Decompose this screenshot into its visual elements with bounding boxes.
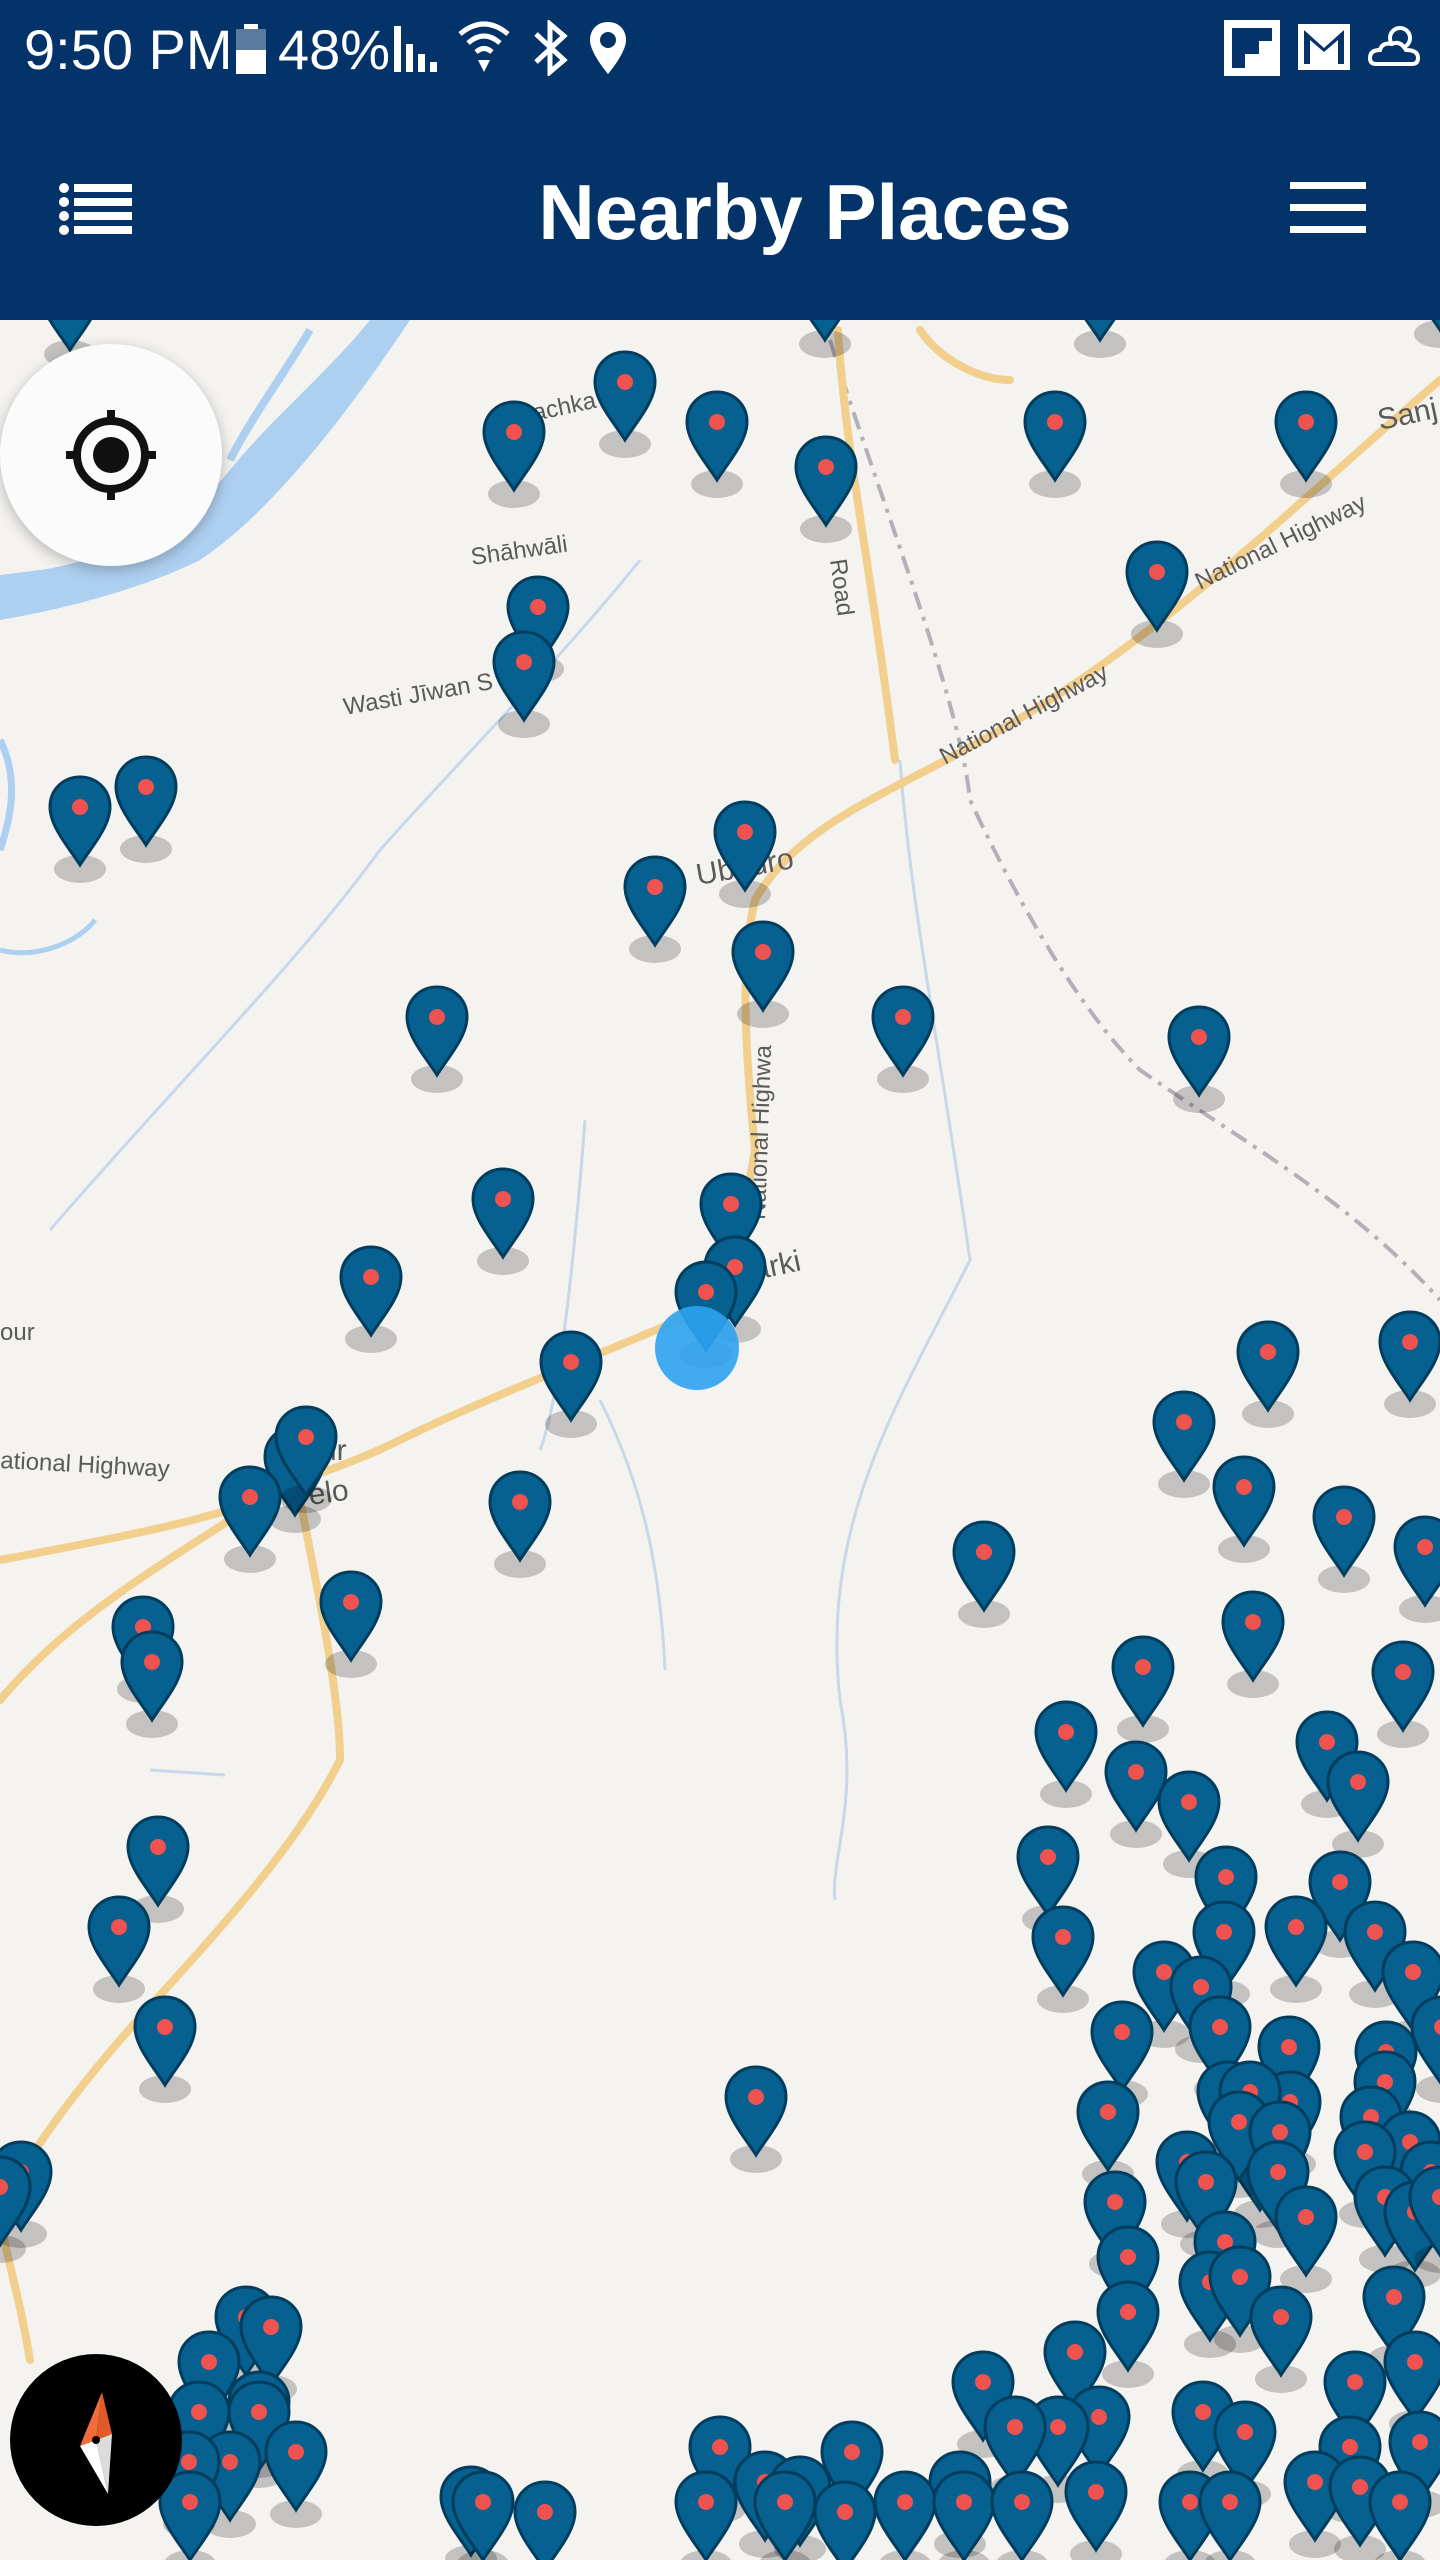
place-marker[interactable] bbox=[873, 2470, 937, 2560]
map-label-sanj: Sanj bbox=[1375, 392, 1440, 437]
menu-icon[interactable] bbox=[1290, 180, 1366, 241]
place-marker[interactable] bbox=[952, 1520, 1016, 1630]
wifi-icon bbox=[458, 20, 510, 79]
place-marker[interactable] bbox=[1264, 1895, 1328, 2005]
place-marker[interactable] bbox=[1064, 2460, 1128, 2560]
place-marker[interactable] bbox=[1236, 1320, 1300, 1430]
location-icon bbox=[588, 20, 628, 81]
map-label-national-highway-w: ational Highway bbox=[0, 1447, 170, 1483]
place-marker[interactable] bbox=[871, 985, 935, 1095]
place-marker[interactable] bbox=[1274, 2185, 1338, 2295]
place-marker[interactable] bbox=[793, 320, 857, 360]
place-marker[interactable] bbox=[1408, 320, 1440, 350]
battery-icon bbox=[236, 24, 266, 79]
compass-button[interactable] bbox=[10, 2354, 182, 2526]
place-marker[interactable] bbox=[1096, 2280, 1160, 2390]
place-marker[interactable] bbox=[274, 1405, 338, 1515]
place-marker[interactable] bbox=[1198, 2470, 1262, 2560]
place-marker[interactable] bbox=[1152, 1390, 1216, 1500]
map-label-our: our bbox=[0, 1319, 35, 1346]
place-marker[interactable] bbox=[731, 920, 795, 1030]
place-marker[interactable] bbox=[539, 1330, 603, 1440]
place-marker[interactable] bbox=[492, 630, 556, 740]
place-marker[interactable] bbox=[218, 1465, 282, 1575]
compass-icon bbox=[80, 2392, 112, 2494]
place-marker[interactable] bbox=[1068, 320, 1132, 360]
place-marker[interactable] bbox=[1167, 1005, 1231, 1115]
place-marker[interactable] bbox=[623, 855, 687, 965]
flipboard-icon bbox=[1224, 20, 1280, 81]
place-marker[interactable] bbox=[1031, 1905, 1095, 2015]
place-marker[interactable] bbox=[1371, 1640, 1435, 1750]
place-marker[interactable] bbox=[674, 2470, 738, 2560]
place-marker[interactable] bbox=[1104, 1740, 1168, 1850]
place-marker[interactable] bbox=[1212, 1455, 1276, 1565]
map-label-shahwali: Shāhwāli bbox=[469, 531, 569, 571]
signal-icon bbox=[394, 26, 444, 77]
weather-icon bbox=[1366, 20, 1426, 81]
map-label-road: Road bbox=[824, 557, 859, 618]
place-marker[interactable] bbox=[1393, 1515, 1440, 1625]
place-marker[interactable] bbox=[264, 2420, 328, 2530]
place-marker[interactable] bbox=[1312, 1485, 1376, 1595]
place-marker[interactable] bbox=[990, 2470, 1054, 2560]
place-marker[interactable] bbox=[87, 1895, 151, 2005]
bluetooth-icon bbox=[532, 18, 570, 81]
map-label-national-highway-2: National Highway bbox=[1191, 489, 1371, 595]
crosshair-icon bbox=[66, 410, 156, 500]
place-marker[interactable] bbox=[405, 985, 469, 1095]
place-marker[interactable] bbox=[713, 800, 777, 910]
place-marker[interactable] bbox=[794, 435, 858, 545]
place-marker[interactable] bbox=[1378, 1310, 1440, 1420]
place-marker[interactable] bbox=[114, 755, 178, 865]
place-marker[interactable] bbox=[1221, 1590, 1285, 1700]
map-label-wasti-jiwan: Wasti Jīwan S bbox=[341, 668, 495, 721]
place-marker[interactable] bbox=[48, 775, 112, 885]
status-bar: 9:50 PM 48% bbox=[0, 0, 1440, 100]
place-marker[interactable] bbox=[482, 400, 546, 510]
place-marker[interactable] bbox=[1111, 1635, 1175, 1745]
place-marker[interactable] bbox=[1125, 540, 1189, 650]
place-marker[interactable] bbox=[319, 1570, 383, 1680]
place-marker[interactable] bbox=[513, 2480, 577, 2560]
battery-percent: 48% bbox=[278, 18, 391, 81]
place-marker[interactable] bbox=[1326, 1750, 1390, 1860]
place-marker[interactable] bbox=[488, 1470, 552, 1580]
map-view[interactable]: Machka Shāhwāli Wasti Jīwan S Ubauro ark… bbox=[0, 320, 1440, 2560]
map-canvas[interactable]: Machka Shāhwāli Wasti Jīwan S Ubauro ark… bbox=[0, 320, 1440, 2560]
pins-layer bbox=[0, 320, 1440, 2560]
place-marker[interactable] bbox=[593, 350, 657, 460]
place-marker[interactable] bbox=[120, 1630, 184, 1740]
place-marker[interactable] bbox=[685, 390, 749, 500]
place-marker[interactable] bbox=[1034, 1700, 1098, 1810]
status-time: 9:50 PM bbox=[24, 18, 233, 81]
place-marker[interactable] bbox=[1274, 390, 1338, 500]
map-label-national-highway-1: National Highway bbox=[935, 659, 1113, 771]
place-marker[interactable] bbox=[1023, 390, 1087, 500]
locate-me-button[interactable] bbox=[0, 344, 222, 566]
place-marker[interactable] bbox=[339, 1245, 403, 1355]
place-marker[interactable] bbox=[133, 1995, 197, 2105]
page-title: Nearby Places bbox=[538, 168, 1072, 256]
place-marker[interactable] bbox=[1249, 2285, 1313, 2395]
gmail-icon bbox=[1298, 24, 1350, 75]
railway-line bbox=[828, 339, 1440, 1302]
place-marker[interactable] bbox=[724, 2065, 788, 2175]
place-marker[interactable] bbox=[471, 1167, 535, 1277]
user-location-dot bbox=[655, 1306, 739, 1390]
app-bar: Nearby Places bbox=[0, 100, 1440, 320]
